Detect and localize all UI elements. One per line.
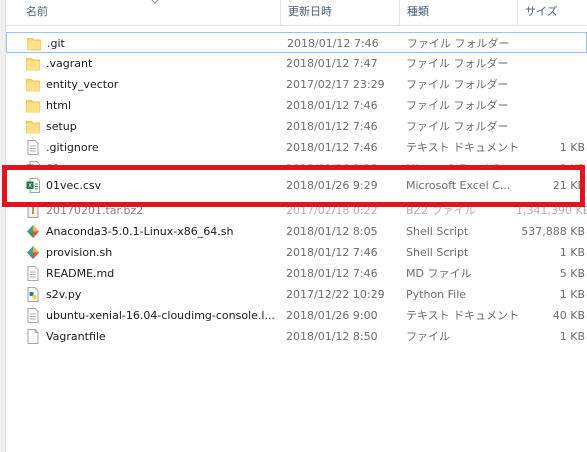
file-name: 20170201.tar.bz2 <box>46 204 144 217</box>
file-type: Python File <box>406 288 467 301</box>
file-name: html <box>46 99 72 112</box>
file-name: .gitignore <box>46 141 99 154</box>
file-size: 1,341,390 KB <box>516 204 587 217</box>
file-date: 2017/02/18 0:22 <box>286 204 378 217</box>
shell-script-icon <box>26 245 40 260</box>
column-header-size[interactable]: サイズ <box>519 0 558 26</box>
file-name: setup <box>46 120 77 133</box>
python-file-icon <box>26 287 40 302</box>
file-row[interactable]: README.md 2018/01/12 7:46 MD ファイル 5 KB <box>6 263 587 284</box>
file-size: 1 KB <box>559 330 585 343</box>
file-type: テキスト ドキュメント <box>406 309 518 322</box>
column-divider[interactable] <box>517 0 518 26</box>
file-row[interactable]: .git 2018/01/12 7:46 ファイル フォルダー <box>6 32 587 53</box>
column-header-name[interactable]: 名前 <box>20 0 48 26</box>
file-row[interactable]: .gitignore 2018/01/12 7:46 テキスト ドキュメント 1 KB <box>6 137 587 158</box>
file-row[interactable]: provision.sh 2018/01/12 7:46 Shell Script 1… <box>6 242 587 263</box>
excel-file-icon: X <box>26 178 40 193</box>
file-type: テキスト ドキュメント <box>406 141 518 154</box>
file-row[interactable]: setup 2018/01/12 7:46 ファイル フォルダー <box>6 116 587 137</box>
file-row[interactable]: 20170201.tar.bz2 2017/02/18 0:22 BZ2 ファイル 1… <box>6 200 587 221</box>
file-name: ubuntu-xenial-16.04-cloudimg-console.l..… <box>46 309 275 322</box>
archive-file-icon <box>26 203 40 218</box>
file-size <box>516 74 587 95</box>
file-row[interactable]: entity_vector 2017/02/17 23:29 ファイル フォルダー <box>6 74 587 95</box>
file-date: 2017/12/22 10:29 <box>286 288 385 301</box>
file-date: 2018/01/12 7:46 <box>286 246 378 259</box>
file-name: Anaconda3-5.0.1-Linux-x86_64.sh <box>46 225 234 238</box>
file-row[interactable]: s2v.py 2017/12/22 10:29 Python File 1 KB <box>6 284 587 305</box>
file-date: 2018/01/26 9:00 <box>286 309 378 322</box>
file-row[interactable]: .vagrant 2018/01/12 7:47 ファイル フォルダー <box>6 53 587 74</box>
blank-file-icon <box>26 329 40 344</box>
file-date: 2018/01/12 7:46 <box>286 267 378 280</box>
file-size: 537,888 KB <box>521 225 585 238</box>
text-file-icon <box>26 266 40 281</box>
file-row[interactable]: Anaconda3-5.0.1-Linux-x86_64.sh 2018/01/1… <box>6 221 587 242</box>
column-header-date[interactable]: 更新日時 <box>282 0 332 26</box>
file-row[interactable]: html 2018/01/12 7:46 ファイル フォルダー <box>6 95 587 116</box>
folder-icon <box>26 77 40 92</box>
file-size: 1 KB <box>559 246 585 259</box>
file-size <box>517 33 587 54</box>
file-date: 2018/01/12 7:46 <box>286 99 378 112</box>
column-header-type[interactable]: 種類 <box>401 0 429 26</box>
folder-icon <box>27 36 41 51</box>
file-size: 40 KB <box>552 309 585 322</box>
file-date: 2018/01/12 7:46 <box>286 141 378 154</box>
file-type: ファイル フォルダー <box>406 99 509 112</box>
file-date: 2018/01/12 7:47 <box>286 57 378 70</box>
file-size: 1 KB <box>559 141 585 154</box>
file-type: Microsoft Excel C... <box>406 179 511 192</box>
file-name: entity_vector <box>46 78 119 91</box>
file-row[interactable]: ubuntu-xenial-16.04-cloudimg-console.l..… <box>6 305 587 326</box>
file-size: 1 KB <box>559 288 585 301</box>
file-date: 2018/01/26 9:29 <box>286 179 378 192</box>
sort-ascending-icon[interactable] <box>149 0 161 5</box>
svg-text:X: X <box>28 183 32 190</box>
file-name: Vagrantfile <box>46 330 106 343</box>
file-size <box>516 53 587 74</box>
text-file-icon <box>26 308 40 323</box>
shell-script-icon <box>26 224 40 239</box>
folder-icon <box>26 56 40 71</box>
column-divider[interactable] <box>399 0 400 26</box>
file-type: ファイル フォルダー <box>407 37 510 50</box>
file-date: 2018/01/12 7:46 <box>286 120 378 133</box>
file-name: README.md <box>46 267 115 280</box>
file-size: 21 KB <box>552 179 585 192</box>
file-type: ファイル フォルダー <box>406 57 509 70</box>
file-type: BZ2 ファイル <box>406 204 476 217</box>
file-name: 01vec.csv <box>46 179 102 192</box>
file-name: s2v.py <box>46 288 82 301</box>
file-type: Shell Script <box>406 246 469 259</box>
folder-icon <box>26 119 40 134</box>
file-type: MD ファイル <box>406 267 472 280</box>
file-date: 2018/01/12 8:50 <box>286 330 378 343</box>
column-header-bar: 名前 更新日時 種類 サイズ <box>6 0 587 26</box>
file-name: provision.sh <box>46 246 113 259</box>
file-type: ファイル <box>406 330 450 343</box>
file-date: 2018/01/12 8:05 <box>286 225 378 238</box>
text-file-icon <box>26 140 40 155</box>
column-divider[interactable] <box>280 0 281 26</box>
file-row-highlighted[interactable]: X 01vec.csv 2018/01/26 9:29 Microsoft Excel… <box>6 175 585 196</box>
file-type: ファイル フォルダー <box>406 120 509 133</box>
file-row[interactable]: Vagrantfile 2018/01/12 8:50 ファイル 1 KB <box>6 326 587 347</box>
file-date: 2017/02/17 23:29 <box>286 78 385 91</box>
folder-icon <box>26 98 40 113</box>
file-size <box>516 116 587 137</box>
file-name: .git <box>47 37 65 50</box>
file-size <box>516 95 587 116</box>
file-type: Shell Script <box>406 225 469 238</box>
file-size: 5 KB <box>559 267 585 280</box>
file-type: ファイル フォルダー <box>406 78 509 91</box>
file-date: 2018/01/12 7:46 <box>287 37 379 50</box>
file-name: .vagrant <box>46 57 93 70</box>
